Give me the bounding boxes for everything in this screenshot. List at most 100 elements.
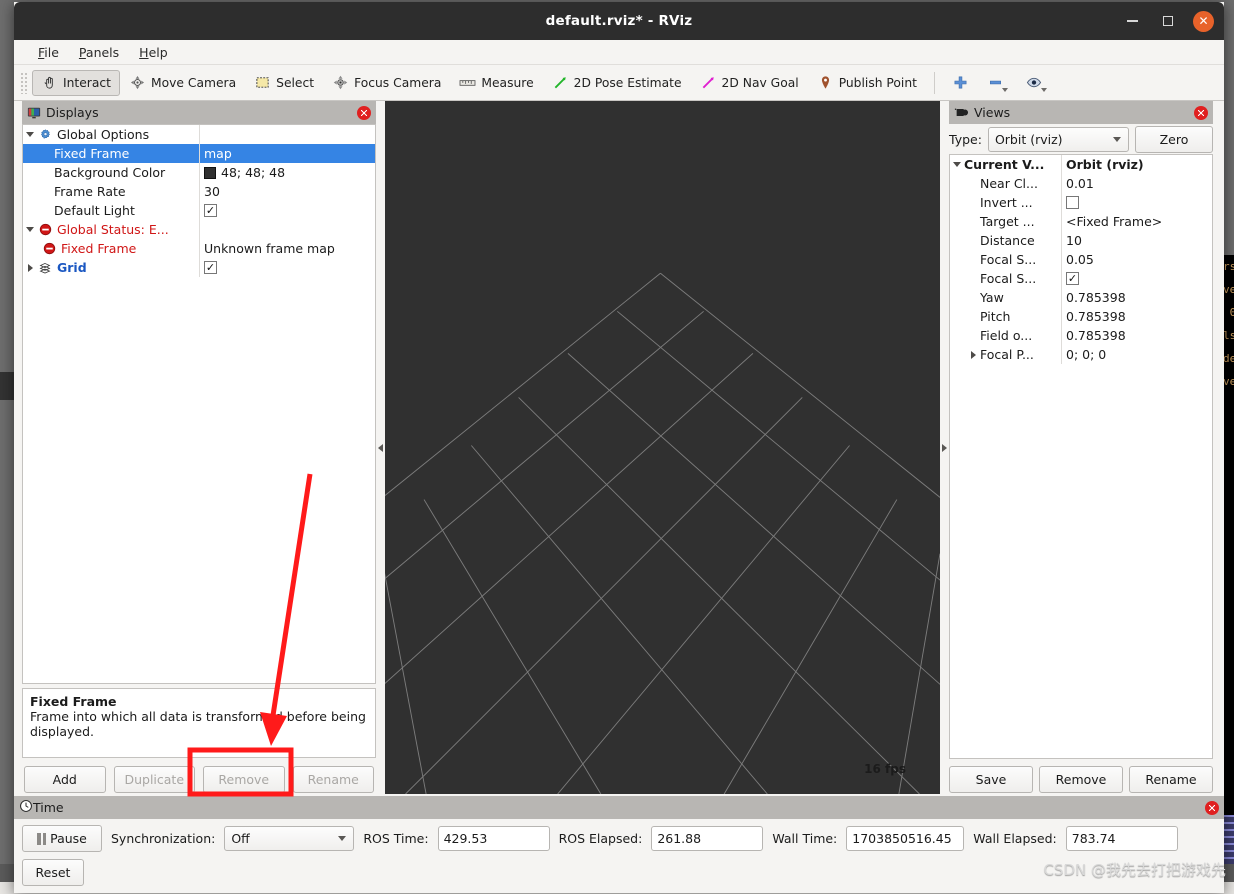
views-panel-close-icon[interactable] <box>1194 106 1208 120</box>
expander-grid[interactable] <box>23 264 37 272</box>
display-row-default-light[interactable]: Default Light ✓ <box>23 201 375 220</box>
splitter-right[interactable] <box>940 101 949 794</box>
views-row-current-view[interactable]: Current V... Orbit (rviz) <box>950 155 1212 174</box>
splitter-collapse-right-icon[interactable] <box>942 444 947 452</box>
views-row-distance[interactable]: Distance 10 <box>950 231 1212 250</box>
splitter-collapse-left-icon[interactable] <box>378 444 383 452</box>
reset-button[interactable]: Reset <box>22 859 84 886</box>
tool-focus-camera[interactable]: Focus Camera <box>323 70 450 96</box>
remove-view-button[interactable]: Remove <box>1039 766 1123 793</box>
expander-global-status[interactable] <box>23 227 37 232</box>
display-label-frame-rate: Frame Rate <box>54 184 126 199</box>
checkbox-default-light[interactable]: ✓ <box>204 204 217 217</box>
views-value-field-of-view[interactable]: 0.785398 <box>1062 328 1212 343</box>
menu-file-rest: ile <box>44 45 59 60</box>
views-value-invert-z[interactable] <box>1062 196 1212 209</box>
toolbar-separator <box>934 72 935 94</box>
views-row-target-frame[interactable]: Target ... <Fixed Frame> <box>950 212 1212 231</box>
display-value-fixed-frame[interactable]: map <box>200 146 375 161</box>
tool-measure-label: Measure <box>481 76 533 90</box>
window-titlebar: default.rviz* - RViz ✕ <box>14 2 1224 40</box>
expander-global-options[interactable] <box>23 132 37 137</box>
display-value-default-light[interactable]: ✓ <box>200 204 375 217</box>
expander-focal-point[interactable] <box>966 351 980 359</box>
display-row-global-status[interactable]: Global Status: E... <box>23 220 375 239</box>
views-row-field-of-view[interactable]: Field o... 0.785398 <box>950 326 1212 345</box>
tool-publish-point[interactable]: Publish Point <box>808 70 926 96</box>
tool-2d-nav-goal-label: 2D Nav Goal <box>722 76 799 90</box>
views-value-focal-point[interactable]: 0; 0; 0 <box>1062 347 1212 362</box>
wall-elapsed-field[interactable]: 783.74 <box>1066 826 1178 851</box>
ros-time-field[interactable]: 429.53 <box>438 826 550 851</box>
views-row-invert-z[interactable]: Invert ... <box>950 193 1212 212</box>
displays-panel-close-icon[interactable] <box>357 106 371 120</box>
maximize-button[interactable] <box>1157 10 1179 32</box>
tool-move-camera[interactable]: Move Camera <box>120 70 245 96</box>
display-value-background-color[interactable]: 48; 48; 48 <box>200 165 375 180</box>
tool-measure[interactable]: Measure <box>450 70 542 96</box>
toolbar-drag-handle[interactable] <box>20 72 28 94</box>
chevron-down-icon[interactable] <box>1113 137 1121 142</box>
views-value-pitch[interactable]: 0.785398 <box>1062 309 1212 324</box>
views-type-combobox[interactable]: Orbit (rviz) <box>988 127 1129 152</box>
chevron-down-icon[interactable] <box>1041 88 1047 92</box>
rename-view-button[interactable]: Rename <box>1129 766 1213 793</box>
views-value-target-frame[interactable]: <Fixed Frame> <box>1062 214 1212 229</box>
views-value-yaw[interactable]: 0.785398 <box>1062 290 1212 305</box>
select-rect-icon <box>254 74 271 91</box>
render-viewport-3d[interactable]: 16 fps <box>385 101 940 794</box>
time-panel-close-icon[interactable] <box>1205 801 1219 815</box>
tool-2d-nav-goal[interactable]: 2D Nav Goal <box>691 70 808 96</box>
views-row-yaw[interactable]: Yaw 0.785398 <box>950 288 1212 307</box>
toolbar-views-button[interactable] <box>1017 70 1056 96</box>
save-view-button[interactable]: Save <box>949 766 1033 793</box>
checkbox-invert-z[interactable] <box>1066 196 1079 209</box>
checkbox-focal-shape-fixed[interactable]: ✓ <box>1066 272 1079 285</box>
ros-elapsed-field[interactable]: 261.88 <box>651 826 763 851</box>
displays-tree[interactable]: Global Options Fixed Frame map <box>22 124 376 684</box>
synchronization-combobox[interactable]: Off <box>224 826 354 851</box>
display-row-status-fixed-frame[interactable]: Fixed Frame Unknown frame map <box>23 239 375 258</box>
remove-display-button: Remove <box>203 766 285 793</box>
views-row-pitch[interactable]: Pitch 0.785398 <box>950 307 1212 326</box>
views-label-focal-shape-size: Focal S... <box>980 252 1036 267</box>
views-zero-button[interactable]: Zero <box>1135 126 1213 153</box>
display-value-grid[interactable]: ✓ <box>200 261 375 274</box>
wall-time-field[interactable]: 1703850516.45 <box>846 826 964 851</box>
chevron-down-icon[interactable] <box>338 836 346 841</box>
add-display-button[interactable]: Add <box>24 766 106 793</box>
toolbar-remove-tool-button[interactable] <box>978 70 1017 96</box>
tool-select[interactable]: Select <box>245 70 323 96</box>
checkbox-grid[interactable]: ✓ <box>204 261 217 274</box>
time-panel-titlebar: Time <box>14 796 1224 819</box>
tool-interact[interactable]: Interact <box>32 70 120 96</box>
chevron-down-icon[interactable] <box>1002 88 1008 92</box>
views-row-focal-shape-fixed[interactable]: Focal S... ✓ <box>950 269 1212 288</box>
error-icon <box>37 222 53 238</box>
views-tree[interactable]: Current V... Orbit (rviz) Near Cl... 0.0… <box>949 154 1213 759</box>
close-button[interactable]: ✕ <box>1193 11 1214 32</box>
menu-file[interactable]: File <box>28 42 69 63</box>
display-row-frame-rate[interactable]: Frame Rate 30 <box>23 182 375 201</box>
menu-help[interactable]: Help <box>129 42 178 63</box>
tool-2d-pose-estimate[interactable]: 2D Pose Estimate <box>543 70 691 96</box>
display-row-background-color[interactable]: Background Color 48; 48; 48 <box>23 163 375 182</box>
splitter-left[interactable] <box>376 101 385 794</box>
views-row-near-clip[interactable]: Near Cl... 0.01 <box>950 174 1212 193</box>
views-row-focal-shape-size[interactable]: Focal S... 0.05 <box>950 250 1212 269</box>
views-value-focal-shape-size[interactable]: 0.05 <box>1062 252 1212 267</box>
toolbar: Interact Move Camera Select <box>14 65 1224 101</box>
display-row-fixed-frame[interactable]: Fixed Frame map <box>23 144 375 163</box>
menu-panels[interactable]: Panels <box>69 42 129 63</box>
toolbar-add-tool-button[interactable] <box>943 70 978 96</box>
minimize-button[interactable] <box>1121 10 1143 32</box>
views-value-distance[interactable]: 10 <box>1062 233 1212 248</box>
views-value-focal-shape-fixed[interactable]: ✓ <box>1062 272 1212 285</box>
display-row-grid[interactable]: Grid ✓ <box>23 258 375 277</box>
views-value-near-clip[interactable]: 0.01 <box>1062 176 1212 191</box>
expander-current-view[interactable] <box>950 162 964 167</box>
pause-button[interactable]: Pause <box>22 825 102 852</box>
views-row-focal-point[interactable]: Focal P... 0; 0; 0 <box>950 345 1212 364</box>
display-value-frame-rate[interactable]: 30 <box>200 184 375 199</box>
display-row-global-options[interactable]: Global Options <box>23 125 375 144</box>
